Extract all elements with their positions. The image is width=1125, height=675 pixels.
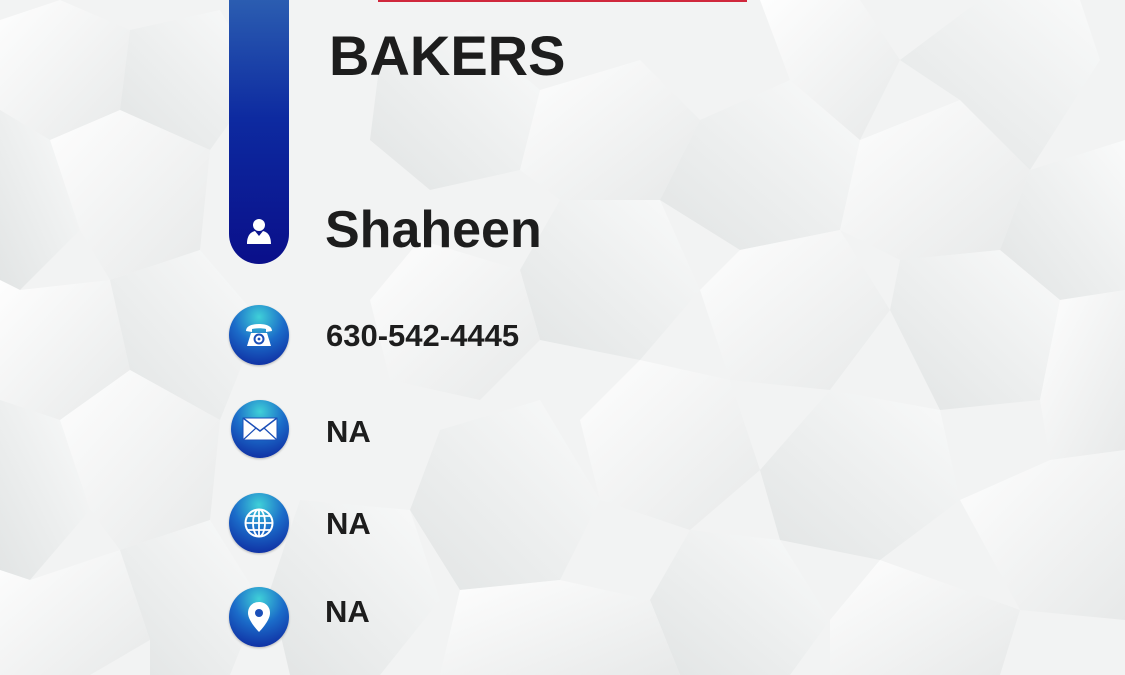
- phone-icon[interactable]: [229, 305, 289, 365]
- contact-name: Shaheen: [325, 201, 542, 259]
- header-accent-line: [378, 0, 747, 2]
- phone-number[interactable]: 630-542-4445: [326, 316, 519, 356]
- person-icon: [229, 208, 289, 254]
- business-name: BAKERS: [329, 24, 566, 87]
- email-icon[interactable]: [231, 400, 289, 458]
- globe-icon[interactable]: [229, 493, 289, 553]
- email-address[interactable]: NA: [326, 412, 371, 452]
- website[interactable]: NA: [326, 504, 371, 544]
- address[interactable]: NA: [325, 592, 370, 632]
- location-pin-icon[interactable]: [229, 587, 289, 647]
- hexagon-pattern-background: [0, 0, 1125, 675]
